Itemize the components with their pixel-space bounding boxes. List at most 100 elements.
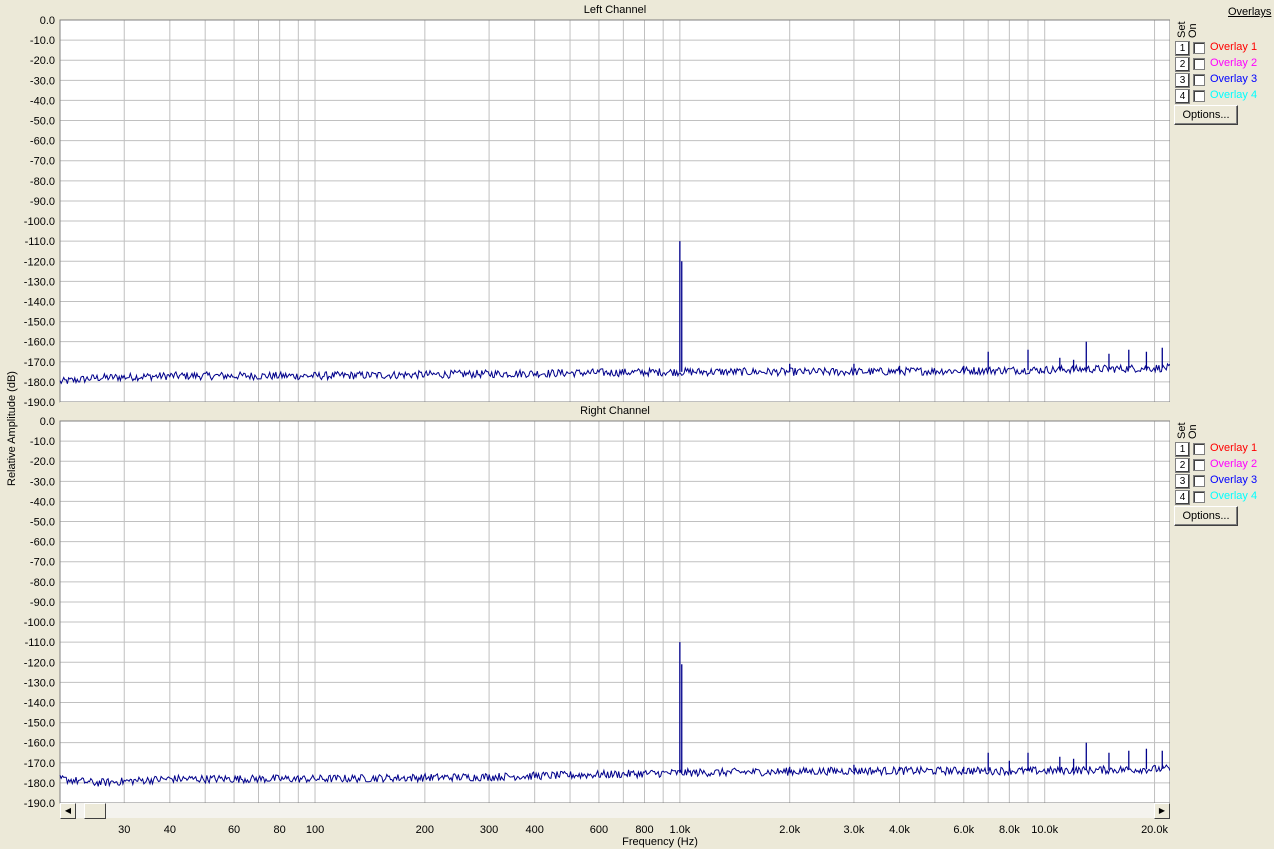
horizontal-scrollbar[interactable]: ◀ ▶ <box>60 803 1170 819</box>
spectrum-plots: Left Channel 0.0 -10.0 -20.0 -30.0 -40.0 -50.0… <box>24 1 1170 836</box>
y-tick-label: -190.0 <box>24 397 55 409</box>
chart-title: Left Channel <box>584 4 646 16</box>
x-tick-label: 8.0k <box>999 824 1020 836</box>
overlay-label-1: Overlay 1 <box>1210 442 1258 454</box>
y-tick-label: -30.0 <box>30 75 55 87</box>
x-tick-label: 30 <box>118 824 130 836</box>
x-tick-label: 40 <box>164 824 176 836</box>
x-tick-label: 60 <box>228 824 240 836</box>
x-tick-label: 400 <box>525 824 543 836</box>
y-tick-label: 0.0 <box>40 15 55 27</box>
overlay-set-button-2[interactable]: 2 <box>1175 458 1190 473</box>
y-tick-label: -70.0 <box>30 156 55 168</box>
overlay-label-1: Overlay 1 <box>1210 41 1258 53</box>
overlay-on-checkbox-3[interactable] <box>1193 74 1205 86</box>
overlay-on-checkbox-1[interactable] <box>1193 443 1205 455</box>
plot-area <box>59 420 1170 804</box>
overlay-row-1: 1 Overlay 1 <box>1175 442 1274 458</box>
overlay-set-button-2[interactable]: 2 <box>1175 57 1190 72</box>
y-tick-label: -140.0 <box>24 697 55 709</box>
y-tick-label: -130.0 <box>24 276 55 288</box>
overlay-label-3: Overlay 3 <box>1210 474 1258 486</box>
overlay-label-4: Overlay 4 <box>1210 89 1258 101</box>
y-tick-label: -10.0 <box>30 35 55 47</box>
on-label: On <box>1187 23 1199 38</box>
y-tick-label: -170.0 <box>24 357 55 369</box>
overlay-on-checkbox-4[interactable] <box>1193 491 1205 503</box>
x-tick-label: 300 <box>480 824 498 836</box>
overlay-set-button-1[interactable]: 1 <box>1175 442 1190 457</box>
y-tick-label: -40.0 <box>30 95 55 107</box>
overlay-set-button-1[interactable]: 1 <box>1175 41 1190 56</box>
on-label: On <box>1187 424 1199 439</box>
overlay-on-checkbox-4[interactable] <box>1193 90 1205 102</box>
y-tick-label: -90.0 <box>30 597 55 609</box>
overlay-set-button-3[interactable]: 3 <box>1175 73 1190 88</box>
y-tick-label: -40.0 <box>30 496 55 508</box>
y-tick-label: -120.0 <box>24 657 55 669</box>
x-tick-label: 4.0k <box>889 824 910 836</box>
y-tick-label: -180.0 <box>24 778 55 790</box>
x-tick-label: 3.0k <box>844 824 865 836</box>
chart-left-channel: Left Channel 0.0 -10.0 -20.0 -30.0 -40.0 -50.0… <box>24 1 1170 409</box>
overlay-on-checkbox-2[interactable] <box>1193 459 1205 471</box>
x-tick-label: 100 <box>306 824 324 836</box>
x-tick-label: 20.0k <box>1141 824 1168 836</box>
y-axis-label: Relative Amplitude (dB) <box>6 371 18 486</box>
y-tick-label: -160.0 <box>24 337 55 349</box>
overlay-label-2: Overlay 2 <box>1210 458 1258 470</box>
plot-area <box>59 19 1170 403</box>
overlay-row-2: 2 Overlay 2 <box>1175 57 1274 73</box>
y-tick-label: -140.0 <box>24 296 55 308</box>
x-tick-label: 80 <box>274 824 286 836</box>
y-tick-label: 0.0 <box>40 416 55 428</box>
y-tick-label: -170.0 <box>24 758 55 770</box>
overlay-row-3: 3 Overlay 3 <box>1175 474 1274 490</box>
y-tick-label: -70.0 <box>30 557 55 569</box>
overlay-on-checkbox-2[interactable] <box>1193 58 1205 70</box>
overlay-set-button-3[interactable]: 3 <box>1175 474 1190 489</box>
x-tick-label: 2.0k <box>779 824 800 836</box>
y-tick-label: -80.0 <box>30 176 55 188</box>
overlay-on-checkbox-1[interactable] <box>1193 42 1205 54</box>
x-axis-label: Frequency (Hz) <box>622 836 698 848</box>
y-tick-label: -60.0 <box>30 537 55 549</box>
overlay-row-3: 3 Overlay 3 <box>1175 73 1274 89</box>
x-tick-label: 6.0k <box>953 824 974 836</box>
scroll-thumb[interactable] <box>84 803 106 819</box>
x-tick-label: 600 <box>590 824 608 836</box>
y-tick-label: -90.0 <box>30 196 55 208</box>
overlay-label-3: Overlay 3 <box>1210 73 1258 85</box>
y-tick-label: -20.0 <box>30 55 55 67</box>
x-tick-label: 10.0k <box>1031 824 1058 836</box>
overlay-set-button-4[interactable]: 4 <box>1175 89 1190 104</box>
y-tick-label: -120.0 <box>24 256 55 268</box>
chart-right-channel: Right Channel 0.0 -10.0 -20.0 -30.0 -40.0 -50.… <box>24 402 1170 810</box>
y-tick-label: -20.0 <box>30 456 55 468</box>
overlay-on-checkbox-3[interactable] <box>1193 475 1205 487</box>
y-tick-label: -100.0 <box>24 216 55 228</box>
scroll-right-button[interactable]: ▶ <box>1154 803 1170 819</box>
y-tick-label: -50.0 <box>30 517 55 529</box>
overlay-label-4: Overlay 4 <box>1210 490 1258 502</box>
y-tick-label: -110.0 <box>25 637 55 649</box>
y-tick-label: -30.0 <box>30 476 55 488</box>
options-button[interactable]: Options... <box>1174 105 1238 125</box>
y-tick-label: -130.0 <box>24 677 55 689</box>
overlay-row-2: 2 Overlay 2 <box>1175 458 1274 474</box>
y-tick-label: -190.0 <box>24 798 55 810</box>
y-tick-label: -10.0 <box>30 436 55 448</box>
y-tick-label: -80.0 <box>30 577 55 589</box>
overlay-label-2: Overlay 2 <box>1210 57 1258 69</box>
y-tick-label: -180.0 <box>24 377 55 389</box>
overlay-row-4: 4 Overlay 4 <box>1175 490 1274 506</box>
options-button[interactable]: Options... <box>1174 506 1238 526</box>
y-tick-label: -100.0 <box>24 617 55 629</box>
overlays-title[interactable]: Overlays <box>1228 6 1271 18</box>
y-tick-label: -60.0 <box>30 136 55 148</box>
scroll-left-button[interactable]: ◀ <box>60 803 76 819</box>
chart-title: Right Channel <box>580 405 650 417</box>
overlay-set-button-4[interactable]: 4 <box>1175 490 1190 505</box>
x-tick-label: 200 <box>416 824 434 836</box>
overlay-row-1: 1 Overlay 1 <box>1175 41 1274 57</box>
